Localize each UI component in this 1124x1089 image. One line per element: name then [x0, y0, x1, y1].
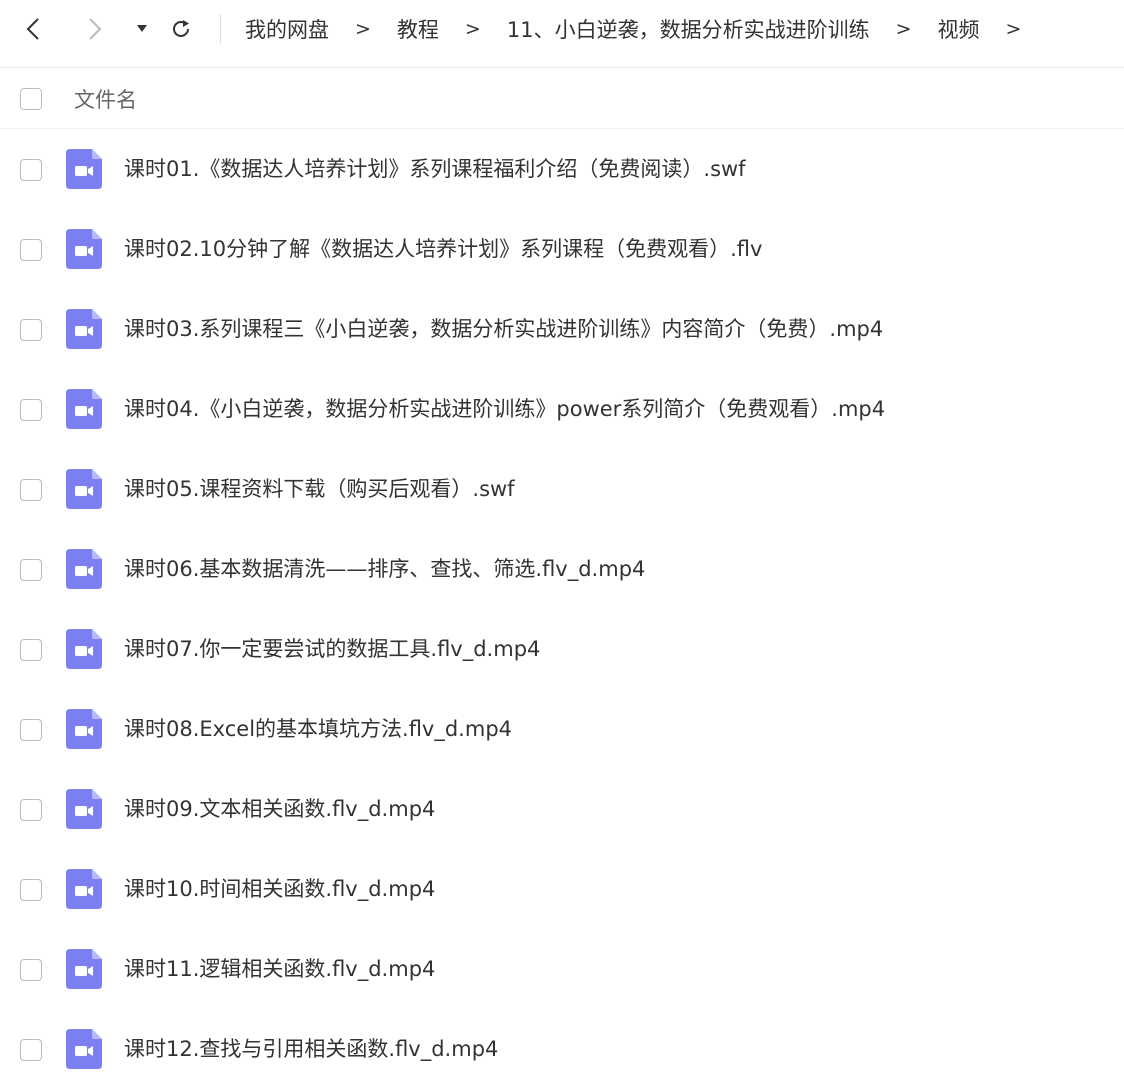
video-file-icon	[66, 709, 102, 749]
file-name[interactable]: 课时10.时间相关函数.flv_d.mp4	[124, 873, 435, 903]
file-row[interactable]: 课时05.课程资料下载（购买后观看）.swf	[0, 449, 1124, 529]
file-row[interactable]: 课时12.查找与引用相关函数.flv_d.mp4	[0, 1009, 1124, 1089]
file-name[interactable]: 课时06.基本数据清洗——排序、查找、筛选.flv_d.mp4	[124, 553, 645, 583]
video-file-icon	[66, 149, 102, 189]
file-checkbox[interactable]	[20, 959, 42, 981]
file-name[interactable]: 课时12.查找与引用相关函数.flv_d.mp4	[124, 1033, 498, 1063]
column-header-filename[interactable]: 文件名	[74, 84, 137, 114]
forward-button[interactable]	[82, 14, 108, 44]
toolbar-divider	[220, 14, 221, 44]
breadcrumb-separator[interactable]: >	[1006, 18, 1022, 40]
chevron-left-icon	[26, 18, 39, 40]
file-checkbox[interactable]	[20, 639, 42, 661]
file-row[interactable]: 课时10.时间相关函数.flv_d.mp4	[0, 849, 1124, 929]
file-checkbox[interactable]	[20, 479, 42, 501]
file-checkbox[interactable]	[20, 319, 42, 341]
breadcrumb-item-my-drive[interactable]: 我的网盘	[245, 14, 329, 44]
file-checkbox[interactable]	[20, 399, 42, 421]
file-list: 课时01.《数据达人培养计划》系列课程福利介绍（免费阅读）.swf 课时02.10…	[0, 129, 1124, 1089]
file-checkbox[interactable]	[20, 799, 42, 821]
video-file-icon	[66, 869, 102, 909]
file-name[interactable]: 课时02.10分钟了解《数据达人培养计划》系列课程（免费观看）.flv	[124, 233, 762, 263]
back-button[interactable]	[20, 14, 46, 44]
file-checkbox[interactable]	[20, 1039, 42, 1061]
file-name[interactable]: 课时01.《数据达人培养计划》系列课程福利介绍（免费阅读）.swf	[124, 153, 746, 183]
file-row[interactable]: 课时01.《数据达人培养计划》系列课程福利介绍（免费阅读）.swf	[0, 129, 1124, 209]
video-file-icon	[66, 309, 102, 349]
video-file-icon	[66, 1029, 102, 1069]
history-dropdown-button[interactable]	[134, 18, 150, 40]
video-file-icon	[66, 229, 102, 269]
file-name[interactable]: 课时09.文本相关函数.flv_d.mp4	[124, 793, 435, 823]
breadcrumb-separator: >	[464, 18, 481, 40]
select-all-checkbox[interactable]	[20, 88, 42, 110]
file-checkbox[interactable]	[20, 559, 42, 581]
file-row[interactable]: 课时02.10分钟了解《数据达人培养计划》系列课程（免费观看）.flv	[0, 209, 1124, 289]
file-row[interactable]: 课时06.基本数据清洗——排序、查找、筛选.flv_d.mp4	[0, 529, 1124, 609]
file-name[interactable]: 课时04.《小白逆袭，数据分析实战进阶训练》power系列简介（免费观看）.mp…	[124, 393, 885, 423]
file-checkbox[interactable]	[20, 159, 42, 181]
breadcrumb-separator: >	[355, 18, 371, 40]
file-name[interactable]: 课时11.逻辑相关函数.flv_d.mp4	[124, 953, 435, 983]
video-file-icon	[66, 789, 102, 829]
file-row[interactable]: 课时08.Excel的基本填坑方法.flv_d.mp4	[0, 689, 1124, 769]
file-row[interactable]: 课时11.逻辑相关函数.flv_d.mp4	[0, 929, 1124, 1009]
chevron-right-icon	[89, 18, 102, 40]
breadcrumb-item-video[interactable]: 视频	[938, 14, 980, 44]
list-header: 文件名	[0, 68, 1124, 128]
video-file-icon	[66, 629, 102, 669]
file-checkbox[interactable]	[20, 239, 42, 261]
file-row[interactable]: 课时09.文本相关函数.flv_d.mp4	[0, 769, 1124, 849]
video-file-icon	[66, 949, 102, 989]
breadcrumb-separator: >	[895, 18, 912, 40]
video-file-icon	[66, 549, 102, 589]
file-name[interactable]: 课时05.课程资料下载（购买后观看）.swf	[124, 473, 515, 503]
video-file-icon	[66, 389, 102, 429]
file-name[interactable]: 课时08.Excel的基本填坑方法.flv_d.mp4	[124, 713, 512, 743]
caret-down-icon	[137, 25, 147, 32]
file-name[interactable]: 课时03.系列课程三《小白逆袭，数据分析实战进阶训练》内容简介（免费）.mp4	[124, 313, 883, 343]
file-checkbox[interactable]	[20, 719, 42, 741]
file-checkbox[interactable]	[20, 879, 42, 901]
breadcrumb-item-course[interactable]: 11、小白逆袭，数据分析实战进阶训练	[507, 14, 870, 44]
file-row[interactable]: 课时07.你一定要尝试的数据工具.flv_d.mp4	[0, 609, 1124, 689]
file-row[interactable]: 课时03.系列课程三《小白逆袭，数据分析实战进阶训练》内容简介（免费）.mp4	[0, 289, 1124, 369]
file-row[interactable]: 课时04.《小白逆袭，数据分析实战进阶训练》power系列简介（免费观看）.mp…	[0, 369, 1124, 449]
refresh-button[interactable]	[166, 14, 196, 44]
video-file-icon	[66, 469, 102, 509]
file-name[interactable]: 课时07.你一定要尝试的数据工具.flv_d.mp4	[124, 633, 540, 663]
refresh-icon	[173, 20, 189, 37]
breadcrumb: 我的网盘 > 教程 > 11、小白逆袭，数据分析实战进阶训练 > 视频 >	[245, 12, 1021, 46]
toolbar: 我的网盘 > 教程 > 11、小白逆袭，数据分析实战进阶训练 > 视频 >	[0, 0, 1124, 60]
breadcrumb-item-tutorial[interactable]: 教程	[397, 14, 439, 44]
